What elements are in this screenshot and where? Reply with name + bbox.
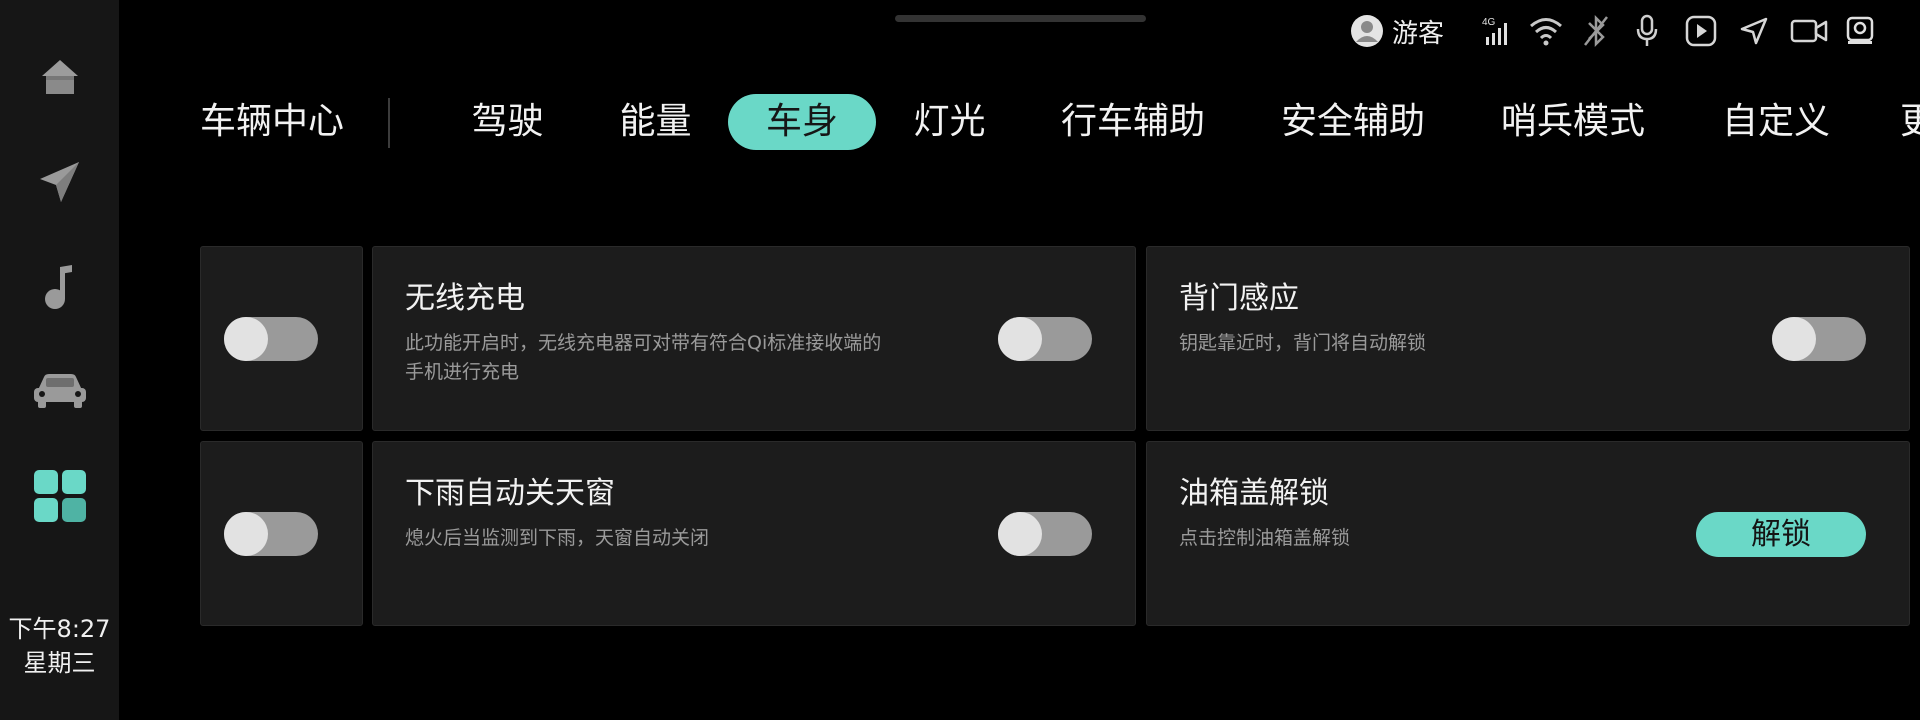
- fuel-cap-unlock-title: 油箱盖解锁: [1179, 476, 1329, 511]
- tailgate-sensing-title: 背门感应: [1179, 281, 1299, 316]
- category-tab-bar: 车辆中心 驾驶 能量 车身 灯光 行车辅助 安全辅助 哨兵模式 自定义 更: [0, 92, 1920, 152]
- card-fuel-cap-unlock: 油箱盖解锁 点击控制油箱盖解锁 解锁: [1146, 441, 1910, 626]
- fuel-cap-unlock-description: 点击控制油箱盖解锁: [1179, 527, 1351, 549]
- clock-time: 下午8:27: [8, 615, 111, 643]
- tab-driving[interactable]: 驾驶: [455, 94, 560, 150]
- microphone-icon[interactable]: [1627, 10, 1667, 52]
- network-type-label: 4G: [1482, 17, 1496, 28]
- toggle-knob: [224, 317, 268, 361]
- rain-close-sunroof-title: 下雨自动关天窗: [405, 476, 615, 511]
- avatar-icon: [1351, 15, 1383, 47]
- pull-down-handle[interactable]: [895, 15, 1146, 22]
- dock-vehicle-button[interactable]: [24, 354, 96, 426]
- settings-card-partial: [200, 441, 363, 626]
- rain-close-sunroof-description: 熄火后当监测到下雨，天窗自动关闭: [405, 527, 710, 549]
- dock-apps-button[interactable]: [24, 460, 96, 532]
- wireless-charging-desc-line2: 手机进行充电: [405, 361, 520, 383]
- location-arrow-icon[interactable]: [1734, 10, 1774, 52]
- toggle-knob: [224, 512, 268, 556]
- toggle-knob: [1772, 317, 1816, 361]
- card-rain-close-sunroof: 下雨自动关天窗 熄火后当监测到下雨，天窗自动关闭: [372, 441, 1136, 626]
- music-icon: [45, 265, 72, 309]
- tab-sentry-mode[interactable]: 哨兵模式: [1490, 94, 1656, 150]
- vehicle-center-screen: 下午8:27 星期三 游客 4G 车辆中心 驾驶 能量 车身 灯光 行车辅助 安…: [0, 0, 1920, 720]
- wireless-charging-title: 无线充电: [405, 281, 525, 316]
- bluetooth-off-icon[interactable]: [1576, 10, 1616, 52]
- page-title: 车辆中心: [200, 101, 345, 142]
- status-bar: 游客 4G: [1350, 10, 1880, 52]
- partial-toggle-top[interactable]: [224, 317, 318, 361]
- camera-icon[interactable]: [1786, 10, 1832, 52]
- wireless-charging-description: 此功能开启时，无线充电器可对带有符合Qi标准接收端的 手机进行充电: [405, 329, 881, 387]
- wireless-charging-desc-line1: 此功能开启时，无线充电器可对带有符合Qi标准接收端的: [405, 332, 882, 354]
- toggle-knob: [998, 317, 1042, 361]
- dock-music-button[interactable]: [24, 250, 96, 322]
- tab-safety-assist[interactable]: 安全辅助: [1270, 94, 1436, 150]
- navigation-icon: [40, 162, 79, 202]
- tab-more[interactable]: 更: [1900, 94, 1920, 150]
- car-icon: [34, 374, 86, 408]
- toggle-knob: [998, 512, 1042, 556]
- user-label: 游客: [1392, 18, 1445, 49]
- card-wireless-charging: 无线充电 此功能开启时，无线充电器可对带有符合Qi标准接收端的 手机进行充电: [372, 246, 1136, 431]
- signal-4g-icon: 4G: [1476, 10, 1516, 52]
- dock-clock: 下午8:27 星期三: [0, 612, 119, 680]
- wireless-charging-toggle[interactable]: [998, 317, 1092, 361]
- dashcam-icon[interactable]: [1840, 10, 1880, 52]
- tailgate-sensing-toggle[interactable]: [1772, 317, 1866, 361]
- rain-close-sunroof-toggle[interactable]: [998, 512, 1092, 556]
- tab-custom[interactable]: 自定义: [1713, 94, 1839, 150]
- apps-icon: [34, 470, 86, 522]
- tab-lighting[interactable]: 灯光: [897, 94, 1002, 150]
- clock-weekday: 星期三: [23, 649, 96, 677]
- tab-driving-assist[interactable]: 行车辅助: [1050, 94, 1216, 150]
- dock-navigation-button[interactable]: [24, 146, 96, 218]
- settings-card-partial: [200, 246, 363, 431]
- card-tailgate-sensing: 背门感应 钥匙靠近时，背门将自动解锁: [1146, 246, 1910, 431]
- wifi-icon: [1526, 10, 1566, 52]
- tailgate-sensing-description: 钥匙靠近时，背门将自动解锁: [1179, 332, 1427, 354]
- play-icon[interactable]: [1680, 10, 1722, 52]
- title-divider: [388, 98, 390, 148]
- tab-body[interactable]: 车身: [728, 94, 876, 150]
- fuel-cap-unlock-button[interactable]: 解锁: [1696, 512, 1866, 557]
- tab-energy[interactable]: 能量: [603, 94, 708, 150]
- partial-toggle-bottom[interactable]: [224, 512, 318, 556]
